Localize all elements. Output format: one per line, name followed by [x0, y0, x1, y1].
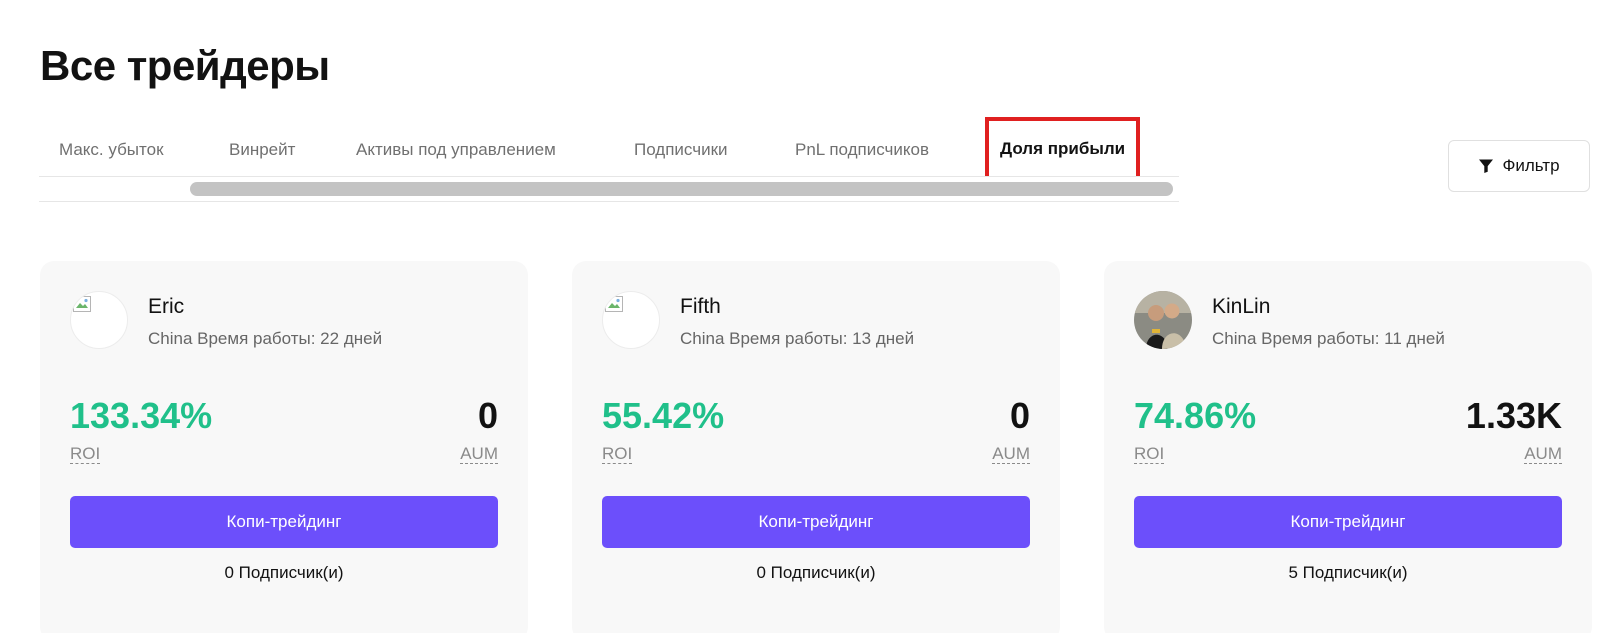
avatar[interactable] [1134, 291, 1192, 349]
aum-value: 0 [477, 395, 498, 436]
subscriber-count: 5 Подписчик(и) [1288, 563, 1408, 582]
tab-max-loss[interactable]: Макс. убыток [59, 120, 164, 176]
tabs-scrollbar-track[interactable] [39, 177, 1179, 202]
subscriber-count: 0 Подписчик(и) [224, 563, 344, 582]
trader-card-eric: Eric China Время работы: 22 дней 133.34%… [40, 261, 528, 633]
trader-meta: China Время работы: 13 дней [680, 329, 915, 348]
avatar[interactable] [70, 291, 128, 349]
tab-winrate[interactable]: Винрейт [229, 120, 295, 176]
aum-value: 1.33K [1465, 395, 1562, 436]
broken-image-icon [605, 296, 623, 312]
aum-label[interactable]: AUM [992, 445, 1030, 464]
avatar[interactable] [602, 291, 660, 349]
tab-subscribers-pnl[interactable]: PnL подписчиков [795, 120, 929, 176]
trader-name[interactable]: Eric [148, 295, 184, 319]
roi-label[interactable]: ROI [602, 445, 633, 464]
trader-meta: China Время работы: 22 дней [148, 329, 383, 348]
aum-value: 0 [1009, 395, 1030, 436]
trader-card-kinlin: KinLin China Время работы: 11 дней 74.86… [1104, 261, 1592, 633]
filter-button-label: Фильтр [1502, 156, 1560, 175]
broken-image-icon [73, 296, 91, 312]
page: Все трейдеры Макс. убыток Винрейт Активы… [0, 0, 1600, 633]
roi-value: 133.34% [70, 395, 213, 436]
tabs-scrollbar-thumb[interactable] [190, 182, 1173, 196]
filter-button[interactable]: Фильтр [1448, 140, 1590, 192]
roi-label[interactable]: ROI [1134, 445, 1165, 464]
tab-profit-share[interactable]: Доля прибыли [985, 117, 1141, 183]
avatar-photo-icon [1134, 291, 1192, 349]
trader-card-fifth: Fifth China Время работы: 13 дней 55.42%… [572, 261, 1060, 633]
trader-meta: China Время работы: 11 дней [1212, 329, 1445, 348]
subscriber-count: 0 Подписчик(и) [756, 563, 876, 582]
tab-subscribers[interactable]: Подписчики [634, 120, 728, 176]
copy-trading-button[interactable]: Копи-трейдинг [70, 496, 498, 548]
copy-trading-button[interactable]: Копи-трейдинг [1134, 496, 1562, 548]
roi-value: 74.86% [1134, 395, 1257, 436]
aum-label[interactable]: AUM [1524, 445, 1562, 464]
tab-aum[interactable]: Активы под управлением [356, 120, 556, 176]
roi-value: 55.42% [602, 395, 725, 436]
funnel-icon [1479, 159, 1494, 173]
aum-label[interactable]: AUM [460, 445, 498, 464]
page-title: Все трейдеры [40, 42, 330, 89]
trader-name[interactable]: Fifth [680, 295, 721, 319]
roi-label[interactable]: ROI [70, 445, 101, 464]
tabs-bar: Макс. убыток Винрейт Активы под управлен… [39, 117, 1179, 204]
copy-trading-button[interactable]: Копи-трейдинг [602, 496, 1030, 548]
trader-name[interactable]: KinLin [1212, 295, 1270, 319]
